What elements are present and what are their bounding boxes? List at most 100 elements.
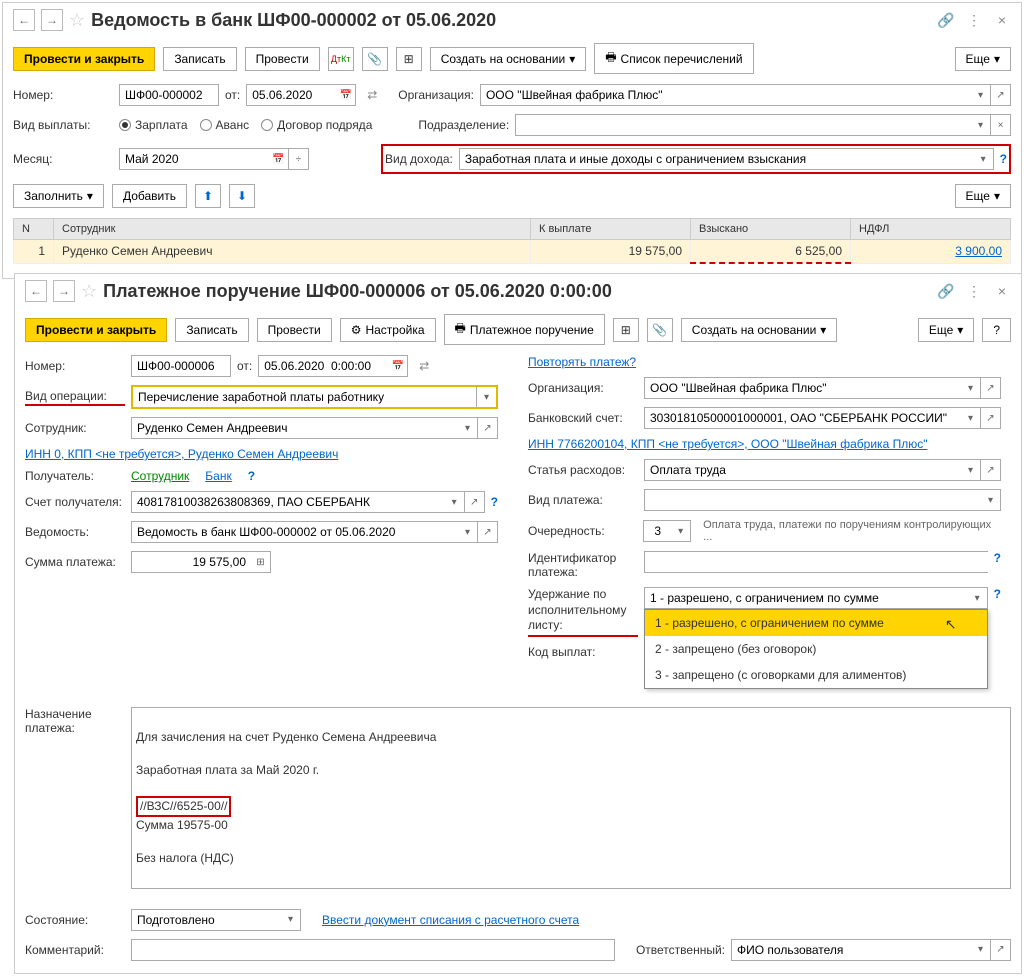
acc-recipient-input[interactable] xyxy=(131,491,445,513)
more-button[interactable]: Еще ▾ xyxy=(955,47,1011,71)
dropdown-icon[interactable]: ▾ xyxy=(974,148,994,170)
close-icon[interactable]: × xyxy=(993,282,1011,300)
post-close-button[interactable]: Провести и закрыть xyxy=(13,47,155,71)
dropdown-icon[interactable]: ▾ xyxy=(445,491,465,513)
recipient-bank-link[interactable]: Банк xyxy=(205,469,231,483)
help-button[interactable]: ? xyxy=(982,318,1011,342)
post-button[interactable]: Провести xyxy=(245,47,320,71)
number-input[interactable] xyxy=(119,84,219,106)
open-icon[interactable]: ↗ xyxy=(981,459,1001,481)
calendar-icon[interactable]: 📅 xyxy=(388,355,408,377)
vedomost-input[interactable] xyxy=(131,521,458,543)
dd-option-1[interactable]: 1 - разрешено, с ограничением по сумме↖ xyxy=(645,610,987,636)
open-icon[interactable]: ↗ xyxy=(465,491,485,513)
link-icon[interactable]: 🔗 xyxy=(937,11,955,29)
help-icon[interactable]: ? xyxy=(994,587,1001,601)
attach-icon[interactable]: 📎 xyxy=(647,318,673,342)
month-input[interactable] xyxy=(119,148,269,170)
kebab-icon[interactable]: ⋮ xyxy=(965,282,983,300)
dropdown-icon[interactable]: ▾ xyxy=(981,489,1001,511)
priority-input[interactable] xyxy=(643,520,671,542)
table-row[interactable]: 1 Руденко Семен Андреевич 19 575,00 6 52… xyxy=(14,240,1011,264)
dtk-icon[interactable]: ДтКт xyxy=(328,47,354,71)
open-icon[interactable]: ↗ xyxy=(991,84,1011,106)
more-button[interactable]: Еще ▾ xyxy=(955,184,1011,208)
calendar-icon[interactable]: 📅 xyxy=(269,148,289,170)
paytype-input[interactable] xyxy=(644,489,981,511)
open-icon[interactable]: ↗ xyxy=(478,521,498,543)
dept-input[interactable] xyxy=(515,114,971,136)
save-button[interactable]: Записать xyxy=(163,47,236,71)
open-icon[interactable]: ↗ xyxy=(478,417,498,439)
clear-icon[interactable]: × xyxy=(991,114,1011,136)
date-input[interactable] xyxy=(258,355,388,377)
col-ndfl[interactable]: НДФЛ xyxy=(851,219,1011,240)
save-button[interactable]: Записать xyxy=(175,318,248,342)
open-icon[interactable]: ↗ xyxy=(991,939,1011,961)
sync-icon[interactable]: ⇄ xyxy=(414,359,434,373)
help-icon[interactable]: ? xyxy=(248,469,255,483)
help-icon[interactable]: ? xyxy=(994,551,1001,565)
income-input[interactable] xyxy=(459,148,974,170)
col-levied[interactable]: Взыскано xyxy=(691,219,851,240)
org-input[interactable] xyxy=(480,84,971,106)
open-icon[interactable]: ↗ xyxy=(981,407,1001,429)
dropdown-icon[interactable]: ▾ xyxy=(961,377,981,399)
more-button[interactable]: Еще ▾ xyxy=(918,318,974,342)
ndfl-link[interactable]: 3 900,00 xyxy=(955,244,1002,258)
col-pay[interactable]: К выплате xyxy=(531,219,691,240)
enter-writeoff-link[interactable]: Ввести документ списания с расчетного сч… xyxy=(322,913,579,927)
sync-icon[interactable]: ⇄ xyxy=(362,88,382,102)
list-transfers-button[interactable]: 🖶 Список перечислений xyxy=(594,43,753,74)
fill-button[interactable]: Заполнить ▾ xyxy=(13,184,104,208)
recipient-emp-link[interactable]: Сотрудник xyxy=(131,469,189,483)
dd-option-3[interactable]: 3 - запрещено (с оговорками для алименто… xyxy=(645,662,987,688)
radio-advance[interactable] xyxy=(200,119,212,131)
nav-back[interactable]: ← xyxy=(25,280,47,302)
nav-forward[interactable]: → xyxy=(53,280,75,302)
attach-icon[interactable]: 📎 xyxy=(362,47,388,71)
repeat-link[interactable]: Повторять платеж? xyxy=(528,355,636,369)
optype-input[interactable] xyxy=(133,387,476,407)
responsible-input[interactable] xyxy=(731,939,971,961)
help-icon[interactable]: ? xyxy=(491,495,498,509)
expense-input[interactable] xyxy=(644,459,961,481)
add-button[interactable]: Добавить xyxy=(112,184,187,208)
favorite-icon[interactable]: ☆ xyxy=(69,10,85,31)
favorite-icon[interactable]: ☆ xyxy=(81,281,97,302)
ident-input[interactable] xyxy=(644,551,988,573)
dropdown-icon[interactable]: ▾ xyxy=(281,909,301,931)
print-payment-order-button[interactable]: 🖶 Платежное поручение xyxy=(444,314,605,345)
help-icon[interactable]: ? xyxy=(1000,152,1007,166)
link-icon[interactable]: 🔗 xyxy=(937,282,955,300)
dropdown-icon[interactable]: ▾ xyxy=(476,387,496,407)
close-icon[interactable]: × xyxy=(993,11,1011,29)
state-input[interactable] xyxy=(131,909,281,931)
dropdown-icon[interactable]: ▾ xyxy=(671,520,691,542)
calendar-icon[interactable]: 📅 xyxy=(336,84,356,106)
radio-contract[interactable] xyxy=(261,119,273,131)
date-input[interactable] xyxy=(246,84,336,106)
radio-salary[interactable] xyxy=(119,119,131,131)
nav-back[interactable]: ← xyxy=(13,9,35,31)
number-input[interactable] xyxy=(131,355,231,377)
stepper-icon[interactable]: ÷ xyxy=(289,148,309,170)
dd-option-2[interactable]: 2 - запрещено (без оговорок) xyxy=(645,636,987,662)
nav-forward[interactable]: → xyxy=(41,9,63,31)
dropdown-icon[interactable]: ▾ xyxy=(961,407,981,429)
purpose-textarea[interactable]: Для зачисления на счет Руденко Семена Ан… xyxy=(131,707,1011,889)
org-input[interactable] xyxy=(644,377,961,399)
dropdown-icon[interactable]: ▾ xyxy=(458,521,478,543)
structure-icon[interactable]: ⊞ xyxy=(396,47,422,71)
open-icon[interactable]: ↗ xyxy=(981,377,1001,399)
create-basis-button[interactable]: Создать на основании ▾ xyxy=(430,47,587,71)
dropdown-icon[interactable]: ▾ xyxy=(458,417,478,439)
create-basis-button[interactable]: Создать на основании ▾ xyxy=(681,318,838,342)
dropdown-icon[interactable]: ▾ xyxy=(968,587,988,609)
amount-input[interactable] xyxy=(131,551,251,573)
dropdown-icon[interactable]: ▾ xyxy=(961,459,981,481)
dropdown-icon[interactable]: ▾ xyxy=(971,939,991,961)
dropdown-icon[interactable]: ▾ xyxy=(971,84,991,106)
dropdown-icon[interactable]: ▾ xyxy=(971,114,991,136)
deduction-input[interactable] xyxy=(644,587,968,609)
